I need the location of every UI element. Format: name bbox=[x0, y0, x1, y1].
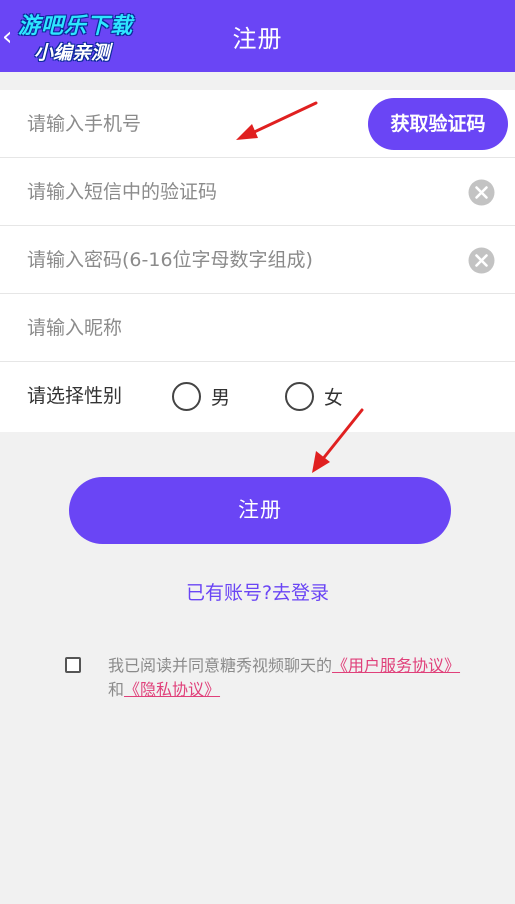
password-input[interactable] bbox=[27, 240, 447, 280]
agreement-text: 我已阅读并同意糖秀视频聊天的《用户服务协议》和《隐私协议》 bbox=[108, 654, 468, 702]
gender-label: 请选择性别 bbox=[27, 385, 123, 407]
phone-row: 获取验证码 bbox=[0, 90, 515, 158]
gender-male-label: 男 bbox=[211, 386, 231, 409]
agreement-prefix: 我已阅读并同意糖秀视频聊天的 bbox=[108, 656, 333, 675]
phone-input[interactable] bbox=[27, 104, 357, 144]
nickname-input[interactable] bbox=[27, 308, 357, 348]
gender-female-label: 女 bbox=[324, 386, 344, 409]
register-form: 获取验证码 请选择性别 男 女 bbox=[0, 90, 515, 432]
watermark-logo: 游吧乐下载 小编亲测 bbox=[14, 6, 144, 66]
user-agreement-link[interactable]: 《用户服务协议》 bbox=[332, 656, 460, 675]
watermark-line-1: 游吧乐下载 bbox=[18, 14, 134, 39]
register-button[interactable]: 注册 bbox=[69, 477, 451, 544]
watermark-line-2: 小编亲测 bbox=[34, 42, 111, 64]
app-header: ‹ 游吧乐下载 小编亲测 注册 bbox=[0, 0, 515, 72]
privacy-agreement-link[interactable]: 《隐私协议》 bbox=[124, 680, 220, 699]
nickname-row bbox=[0, 294, 515, 362]
clear-circle-icon[interactable] bbox=[468, 179, 495, 206]
radio-circle-icon bbox=[172, 381, 201, 411]
sms-code-row bbox=[0, 158, 515, 226]
gender-male-radio[interactable]: 男 bbox=[172, 362, 230, 430]
password-row bbox=[0, 226, 515, 294]
login-link[interactable]: 已有账号?去登录 bbox=[0, 578, 515, 605]
agreement-checkbox[interactable] bbox=[65, 657, 81, 673]
get-code-button[interactable]: 获取验证码 bbox=[368, 98, 508, 150]
sms-code-input[interactable] bbox=[27, 172, 357, 212]
gender-row: 请选择性别 男 女 bbox=[0, 362, 515, 432]
agreement-and: 和 bbox=[108, 680, 125, 699]
clear-circle-icon[interactable] bbox=[468, 247, 495, 274]
gender-female-radio[interactable]: 女 bbox=[285, 362, 343, 430]
radio-circle-icon bbox=[285, 381, 314, 411]
page-title: 注册 bbox=[232, 24, 283, 53]
